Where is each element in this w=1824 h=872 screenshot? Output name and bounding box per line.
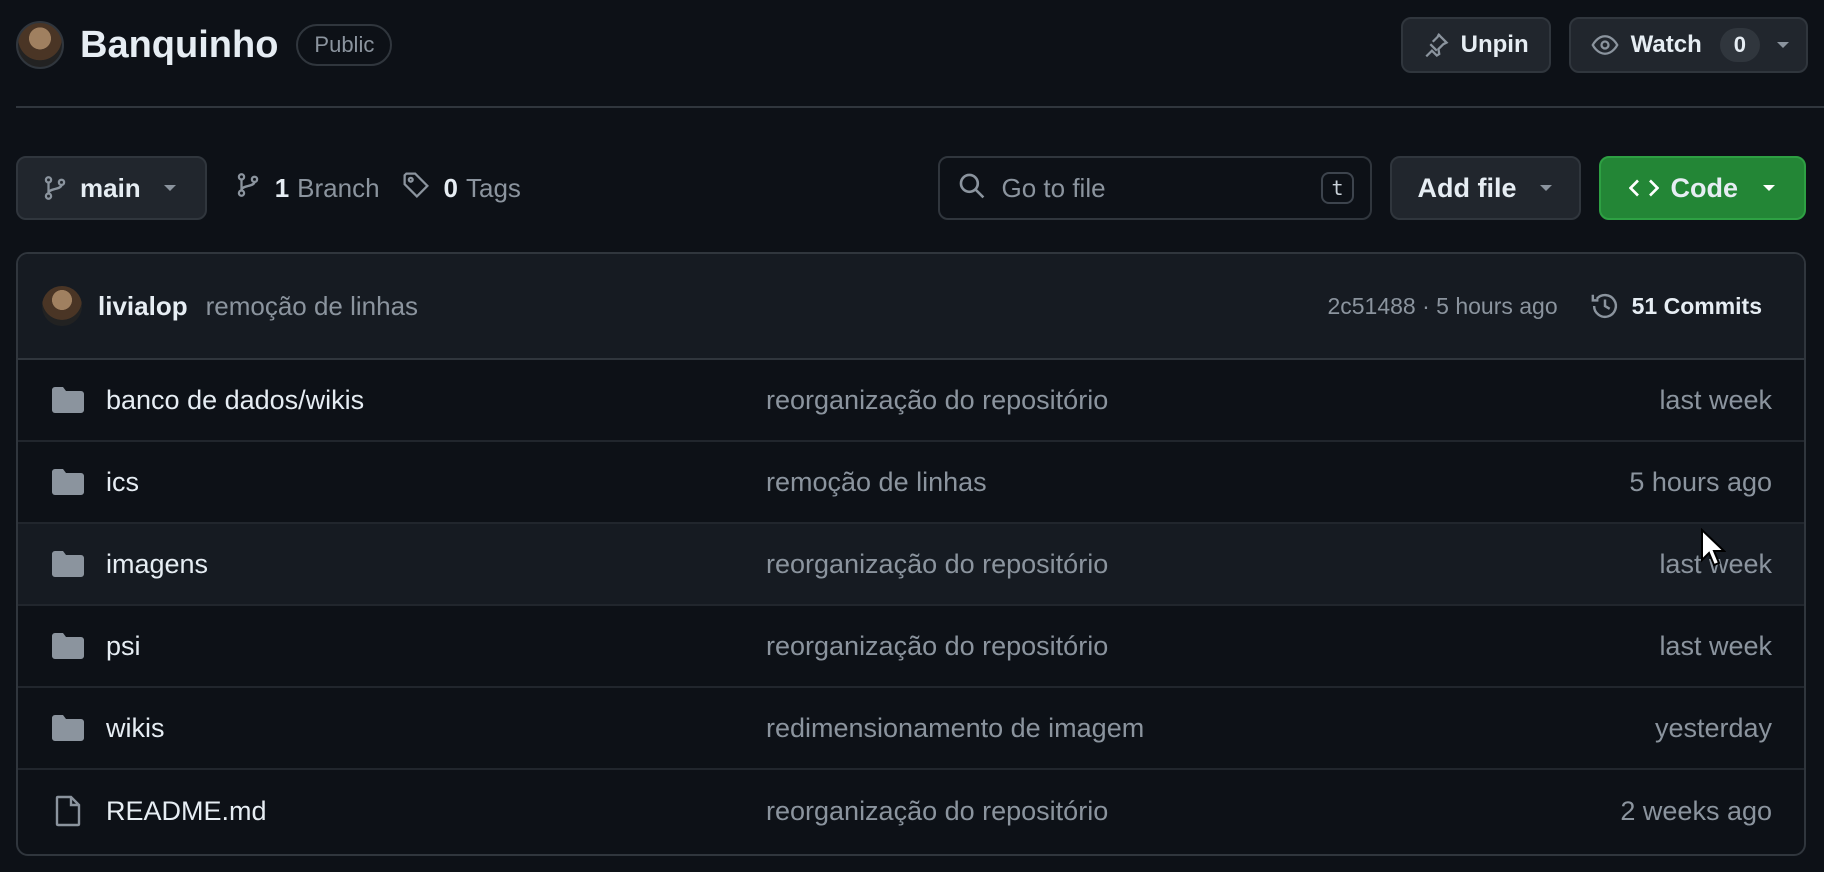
- header-actions: Unpin Watch 0: [1400, 17, 1808, 73]
- commit-hash-time[interactable]: 2c51488 · 5 hours ago: [1327, 293, 1557, 320]
- repo-toolbar: main 1 Branch 0 Tags Go to file t Add fi…: [16, 156, 1806, 220]
- watch-label: Watch: [1630, 31, 1702, 58]
- commit-message[interactable]: remoção de linhas: [206, 291, 418, 322]
- chevron-down-icon: [1539, 183, 1553, 193]
- code-label: Code: [1670, 172, 1739, 203]
- owner-avatar[interactable]: [16, 21, 64, 69]
- file-commit-date: 2 weeks ago: [1620, 795, 1772, 826]
- file-name[interactable]: psi: [106, 631, 766, 662]
- tags-link[interactable]: 0 Tags: [402, 171, 521, 206]
- file-row[interactable]: wikis redimensionamento de imagem yester…: [18, 688, 1804, 770]
- folder-icon: [50, 469, 86, 495]
- folder-icon: [50, 387, 86, 413]
- file-name[interactable]: README.md: [106, 796, 766, 827]
- repo-page: Banquinho Public Unpin Watch 0 main 1 Br…: [0, 0, 1824, 872]
- file-commit-date: last week: [1659, 630, 1772, 661]
- watch-count: 0: [1719, 28, 1760, 62]
- chevron-down-icon[interactable]: [1776, 40, 1790, 50]
- file-icon: [50, 795, 86, 827]
- go-to-file-input[interactable]: Go to file t: [937, 156, 1372, 220]
- file-name[interactable]: imagens: [106, 549, 766, 580]
- git-branch-icon: [42, 175, 68, 201]
- branches-link[interactable]: 1 Branch: [235, 172, 380, 205]
- commit-author[interactable]: livialop: [98, 291, 188, 322]
- repo-header: Banquinho Public Unpin Watch 0: [16, 16, 1808, 74]
- search-placeholder: Go to file: [1001, 172, 1106, 203]
- chevron-down-icon: [1762, 183, 1776, 193]
- file-row[interactable]: imagens reorganização do repositório las…: [18, 524, 1804, 606]
- file-row[interactable]: README.md reorganização do repositório 2…: [18, 770, 1804, 852]
- branch-count: 1: [274, 172, 290, 203]
- author-avatar[interactable]: [42, 286, 82, 326]
- file-name[interactable]: wikis: [106, 713, 766, 744]
- file-commit-message[interactable]: reorganização do repositório: [766, 631, 1659, 662]
- commits-link[interactable]: 51 Commits: [1590, 291, 1762, 321]
- file-commit-message[interactable]: reorganização do repositório: [766, 385, 1659, 416]
- latest-commit-bar: livialop remoção de linhas 2c51488 · 5 h…: [18, 254, 1804, 360]
- visibility-badge: Public: [296, 24, 393, 66]
- folder-icon: [50, 633, 86, 659]
- file-row[interactable]: psi reorganização do repositório last we…: [18, 606, 1804, 688]
- repo-name[interactable]: Banquinho: [80, 24, 278, 67]
- unpin-button[interactable]: Unpin: [1400, 17, 1551, 73]
- commits-label: 51 Commits: [1631, 292, 1762, 319]
- folder-icon: [50, 551, 86, 577]
- add-file-button[interactable]: Add file: [1389, 156, 1581, 220]
- file-commit-date: yesterday: [1654, 712, 1772, 743]
- pin-icon: [1423, 32, 1449, 58]
- file-name[interactable]: banco de dados/wikis: [106, 385, 766, 416]
- mouse-cursor-icon: [1700, 527, 1727, 573]
- file-commit-date: 5 hours ago: [1629, 466, 1772, 497]
- search-icon: [958, 172, 986, 205]
- code-icon: [1628, 176, 1659, 200]
- tag-icon: [402, 171, 430, 206]
- add-file-label: Add file: [1417, 172, 1517, 203]
- branch-selector[interactable]: main: [16, 156, 207, 220]
- tag-label: Tags: [466, 172, 521, 203]
- chevron-down-icon: [163, 183, 177, 193]
- file-commit-date: last week: [1659, 384, 1772, 415]
- branch-name: main: [80, 172, 141, 203]
- file-commit-message[interactable]: redimensionamento de imagem: [766, 713, 1655, 744]
- header-divider: [16, 106, 1824, 108]
- git-branch-icon: [235, 172, 261, 205]
- watch-button[interactable]: Watch 0: [1568, 17, 1808, 73]
- code-button[interactable]: Code: [1598, 156, 1806, 220]
- file-commit-message[interactable]: reorganização do repositório: [766, 549, 1659, 580]
- branch-label: Branch: [297, 172, 380, 203]
- eye-icon: [1591, 31, 1619, 59]
- unpin-label: Unpin: [1460, 31, 1529, 58]
- tag-count: 0: [443, 172, 459, 203]
- file-commit-message[interactable]: reorganização do repositório: [766, 796, 1620, 827]
- keyboard-shortcut-hint: t: [1321, 172, 1354, 204]
- file-name[interactable]: ics: [106, 467, 766, 498]
- history-icon: [1590, 291, 1620, 321]
- file-row[interactable]: ics remoção de linhas 5 hours ago: [18, 442, 1804, 524]
- folder-icon: [50, 715, 86, 741]
- file-commit-message[interactable]: remoção de linhas: [766, 467, 1629, 498]
- file-list: livialop remoção de linhas 2c51488 · 5 h…: [16, 252, 1806, 856]
- file-row[interactable]: banco de dados/wikis reorganização do re…: [18, 360, 1804, 442]
